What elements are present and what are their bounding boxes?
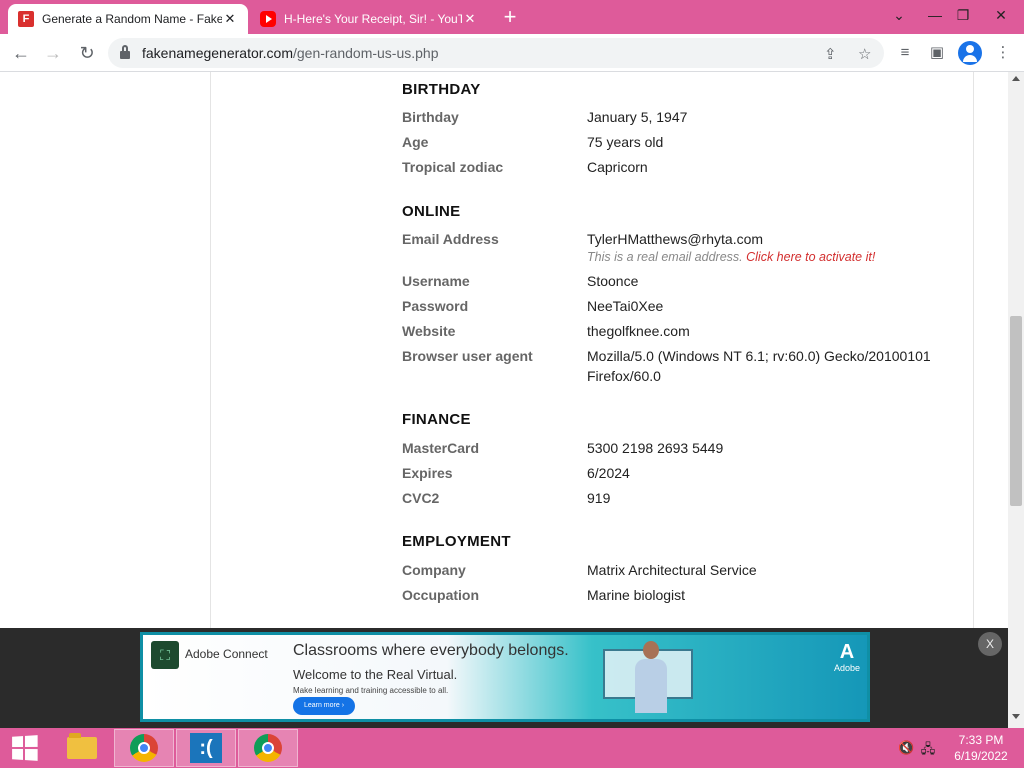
page-scrollbar[interactable] [1008, 72, 1024, 728]
value-cvc2: 919 [587, 490, 611, 506]
tab-title: H-Here's Your Receipt, Sir! - YouTube [284, 12, 462, 26]
scroll-down-icon[interactable] [1012, 714, 1020, 719]
start-button[interactable] [0, 729, 48, 767]
url-text[interactable]: fakenamegenerator.com/gen-random-us-us.p… [142, 45, 439, 61]
chrome-icon [254, 734, 282, 762]
reload-button[interactable]: ↻ [74, 40, 100, 66]
label-password: Password [402, 298, 469, 314]
value-user-agent-line1: Mozilla/5.0 (Windows NT 6.1; rv:60.0) Ge… [587, 348, 931, 364]
fakename-favicon-icon: F [18, 11, 34, 27]
adobe-ad-banner[interactable]: ⛶ Adobe Connect Classrooms where everybo… [140, 632, 870, 722]
value-expires: 6/2024 [587, 465, 630, 481]
clock-time: 7:33 PM [958, 733, 1004, 747]
label-company: Company [402, 562, 466, 578]
label-birthday: Birthday [402, 109, 459, 125]
ad-subheadline: Welcome to the Real Virtual. [293, 667, 458, 682]
value-email: TylerHMatthews@rhyta.com [587, 231, 764, 247]
folder-icon [67, 733, 97, 759]
chrome-icon [130, 734, 158, 762]
label-username: Username [402, 273, 470, 289]
windows-logo-icon [12, 735, 38, 761]
tab-youtube[interactable]: H-Here's Your Receipt, Sir! - YouTube ✕ [250, 4, 488, 34]
value-mastercard: 5300 2198 2693 5449 [587, 440, 724, 456]
browser-toolbar: ← → ↻ fakenamegenerator.com/gen-random-u… [0, 34, 1024, 72]
youtube-favicon-icon [260, 11, 276, 27]
system-clock[interactable]: 7:33 PM 6/19/2022 [948, 732, 1014, 764]
taskbar-chrome-active[interactable] [114, 729, 174, 767]
label-age: Age [402, 134, 429, 150]
ad-brand: Adobe Connect [185, 647, 268, 661]
tab-search-icon[interactable]: ⌄ [882, 2, 916, 30]
value-company: Matrix Architectural Service [587, 562, 757, 578]
taskbar-chrome[interactable] [238, 729, 298, 767]
ad-headline: Classrooms where everybody belongs. [293, 642, 569, 659]
value-occupation: Marine biologist [587, 587, 686, 603]
ad-person-image [631, 641, 671, 713]
value-user-agent-line2: Firefox/60.0 [587, 368, 661, 384]
adobe-logo-icon: A Adobe [833, 641, 861, 673]
side-panel-icon[interactable]: ▣ [924, 40, 950, 66]
network-icon[interactable]: 🖧 [920, 740, 936, 756]
activate-email-link[interactable]: Click here to activate it! [746, 250, 875, 264]
restore-button[interactable]: ❐ [946, 2, 980, 30]
bookmark-star-icon[interactable]: ☆ [858, 45, 871, 63]
label-email: Email Address [402, 231, 499, 247]
label-mastercard: MasterCard [402, 440, 480, 456]
value-zodiac: Capricorn [587, 159, 648, 175]
taskbar-file-explorer[interactable] [52, 729, 112, 767]
speaker-muted-icon[interactable]: 🔇 [898, 740, 914, 756]
section-heading-employment: EMPLOYMENT [402, 533, 511, 550]
email-note: This is a real email address. Click here… [587, 250, 876, 264]
sad-face-icon: :( [190, 733, 222, 763]
ad-small-text: Make learning and training accessible to… [293, 686, 449, 695]
lock-icon[interactable] [120, 45, 130, 59]
address-bar[interactable]: fakenamegenerator.com/gen-random-us-us.p… [108, 38, 884, 68]
section-heading-birthday: BIRTHDAY [402, 81, 481, 98]
label-website: Website [402, 323, 456, 339]
tab-strip: F Generate a Random Name - Fake ✕ H-Here… [0, 0, 1024, 34]
taskbar-app-sadface[interactable]: :( [176, 729, 236, 767]
value-password: NeeTai0Xee [587, 298, 664, 314]
label-cvc2: CVC2 [402, 490, 440, 506]
ad-bar: ⛶ Adobe Connect Classrooms where everybo… [0, 628, 1008, 728]
value-username: Stoonce [587, 273, 639, 289]
tab-fakename[interactable]: F Generate a Random Name - Fake ✕ [8, 4, 248, 34]
windows-taskbar: :( 🔇 🖧 7:33 PM 6/19/2022 [0, 728, 1024, 768]
label-user-agent: Browser user agent [402, 348, 533, 364]
adobe-connect-logo-icon: ⛶ [151, 641, 179, 669]
share-icon[interactable]: ⇪ [824, 45, 837, 63]
close-tab-icon[interactable]: ✕ [462, 11, 478, 27]
ad-learn-more-button[interactable]: Learn more › [293, 697, 355, 715]
label-expires: Expires [402, 465, 453, 481]
menu-kebab-icon[interactable]: ⋮ [990, 40, 1016, 66]
forward-button[interactable]: → [40, 40, 66, 66]
close-window-button[interactable]: ✕ [984, 2, 1018, 30]
profile-avatar[interactable] [958, 41, 982, 65]
label-zodiac: Tropical zodiac [402, 159, 504, 175]
close-tab-icon[interactable]: ✕ [222, 11, 238, 27]
clock-date: 6/19/2022 [954, 749, 1008, 763]
media-control-icon[interactable]: ≡ [892, 40, 918, 66]
value-age: 75 years old [587, 134, 664, 150]
section-heading-finance: FINANCE [402, 411, 471, 428]
scrollbar-thumb[interactable] [1010, 316, 1022, 506]
label-occupation: Occupation [402, 587, 480, 603]
tab-title: Generate a Random Name - Fake [42, 12, 222, 26]
ad-close-button[interactable]: X [978, 632, 1002, 656]
new-tab-button[interactable]: + [498, 6, 522, 30]
back-button[interactable]: ← [8, 40, 34, 66]
value-website: thegolfknee.com [587, 323, 690, 339]
scroll-up-icon[interactable] [1012, 76, 1020, 81]
section-heading-online: ONLINE [402, 203, 461, 220]
value-birthday: January 5, 1947 [587, 109, 688, 125]
